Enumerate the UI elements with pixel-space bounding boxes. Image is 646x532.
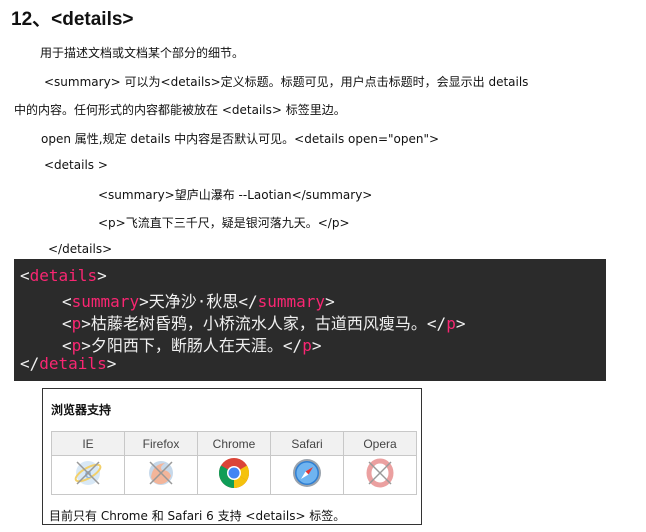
firefox-icon [149, 461, 173, 485]
code-line: <p>夕阳西下，断肠人在天涯。</p> [62, 336, 322, 355]
code-block: <details> <summary>天净沙·秋思</summary> <p>枯… [14, 259, 606, 381]
ie-cell: e [51, 455, 125, 495]
code-line: <p>枯藤老树昏鸦，小桥流水人家，古道西风瘦马。</p> [62, 314, 466, 333]
browser-name: IE [51, 431, 125, 456]
browser-support-note: 目前只有 Chrome 和 Safari 6 支持 <details> 标签。 [49, 509, 346, 523]
browser-name: Firefox [124, 431, 198, 456]
safari-icon [293, 459, 321, 487]
code-line: </details> [20, 354, 117, 373]
example-paragraph: <p>飞流直下三千尺，疑是银河落九天。</p> [98, 216, 350, 230]
ie-icon: e [74, 461, 102, 485]
example-summary: <summary>望庐山瀑布 --Laotian</summary> [98, 188, 373, 202]
browser-support-box: 浏览器支持 IE Firefox Chrome Safari Opera e [42, 388, 422, 525]
chrome-cell [197, 455, 271, 495]
page-title: 12、<details> [11, 9, 134, 30]
browser-support-table: IE Firefox Chrome Safari Opera e [51, 431, 417, 495]
browser-support-title: 浏览器支持 [51, 403, 112, 417]
opera-icon [366, 458, 394, 488]
code-line: <summary>天净沙·秋思</summary> [62, 292, 335, 311]
paragraph-summary-2: 中的内容。任何形式的内容都能被放在 <details> 标签里边。 [14, 103, 346, 117]
browser-name: Opera [343, 431, 417, 456]
opera-cell [343, 455, 417, 495]
chrome-icon [218, 458, 250, 488]
browser-name: Safari [270, 431, 344, 456]
paragraph-intro: 用于描述文档或文档某个部分的细节。 [40, 46, 245, 60]
firefox-cell [124, 455, 198, 495]
code-line: <details> [20, 266, 107, 285]
example-details-close: </details> [48, 242, 113, 256]
paragraph-open-attr: open 属性,规定 details 中内容是否默认可见。<details op… [41, 132, 440, 146]
browser-name: Chrome [197, 431, 271, 456]
paragraph-summary-1: <summary> 可以为<details>定义标题。标题可见，用户点击标题时，… [44, 75, 529, 89]
example-details-open: <details > [44, 158, 108, 172]
safari-cell [270, 455, 344, 495]
